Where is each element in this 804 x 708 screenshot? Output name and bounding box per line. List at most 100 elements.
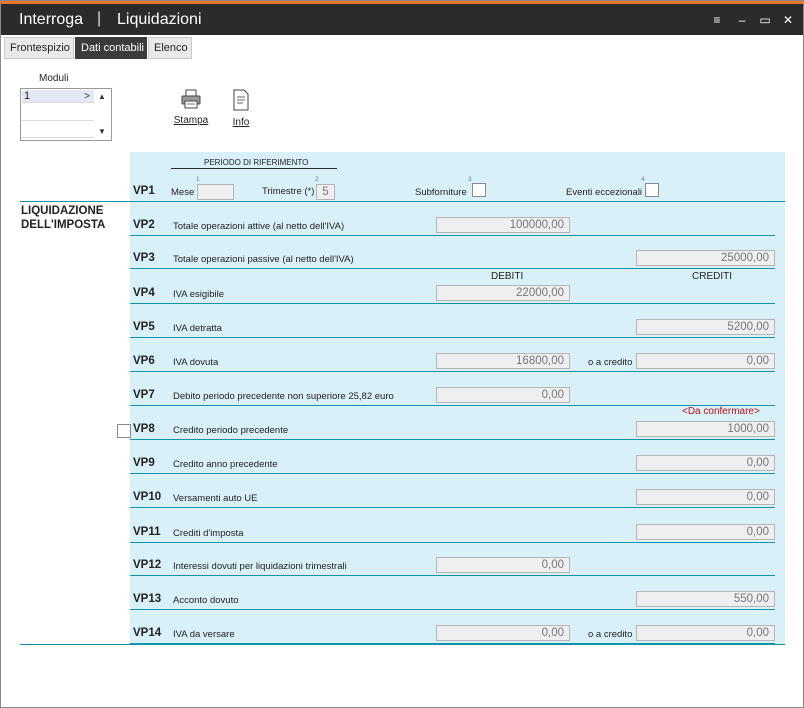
vp14-code: VP14 — [133, 627, 162, 639]
vp6-underline — [130, 371, 775, 372]
vp12-code: VP12 — [133, 559, 162, 571]
mese-field[interactable] — [197, 184, 234, 200]
vp8-code: VP8 — [133, 423, 155, 435]
mese-index: 1 — [196, 176, 200, 183]
eventi-checkbox[interactable] — [645, 183, 659, 197]
subforniture-index: 3 — [468, 176, 472, 183]
trimestre-index: 2 — [315, 176, 319, 183]
vp5-underline — [130, 337, 775, 338]
vp9-credito-field[interactable]: 0,00 — [636, 455, 775, 471]
window-title-left: Interroga — [19, 11, 84, 28]
vp13-description: Acconto dovuto — [173, 595, 239, 606]
vp3-underline — [130, 268, 775, 269]
vp7-description: Debito periodo precedente non superiore … — [173, 391, 394, 402]
trimestre-label: Trimestre (*) — [262, 186, 315, 197]
vp9-code: VP9 — [133, 457, 155, 469]
vp12-underline — [130, 575, 775, 576]
vp14-or-credit-label: o a credito — [588, 629, 633, 640]
close-icon[interactable]: ✕ — [781, 13, 795, 27]
subforniture-label: Subforniture — [415, 187, 467, 198]
vp11-credito-field[interactable]: 0,00 — [636, 524, 775, 540]
vp8-underline — [130, 439, 775, 440]
vp2-description: Totale operazioni attive (al netto dell'… — [173, 221, 345, 232]
eventi-index: 4 — [641, 176, 645, 183]
vp1-code: VP1 — [133, 185, 155, 197]
vp4-underline — [130, 303, 775, 304]
app-window: Interroga | Liquidazioni ≡ – ▭ ✕ Frontes… — [0, 0, 804, 708]
vp6-code: VP6 — [133, 355, 155, 367]
moduli-item[interactable]: 1 > — [22, 90, 94, 103]
vp14-description: IVA da versare — [173, 629, 235, 640]
da-confermare-note: <Da confermare> — [682, 406, 760, 417]
vp6-debito-field[interactable]: 16800,00 — [436, 353, 570, 369]
vp6-credito-field[interactable]: 0,00 — [636, 353, 775, 369]
vp14-debito-field[interactable]: 0,00 — [436, 625, 570, 641]
info-label: Info — [232, 117, 250, 128]
mese-label: Mese — [171, 187, 195, 198]
vp8-credito-field[interactable]: 1000,00 — [636, 421, 775, 437]
vp10-underline — [130, 507, 775, 508]
vp5-credito-field[interactable]: 5200,00 — [636, 319, 775, 335]
tab-elenco[interactable]: Elenco — [148, 37, 192, 59]
section-title: LIQUIDAZIONE DELL'IMPOSTA — [21, 205, 106, 231]
vp13-underline — [130, 609, 775, 610]
moduli-empty-row — [22, 108, 94, 121]
vp3-description: Totale operazioni passive (al netto dell… — [173, 254, 354, 265]
vp9-description: Credito anno precedente — [173, 459, 278, 470]
vp11-underline — [130, 542, 775, 543]
vp7-code: VP7 — [133, 389, 155, 401]
vp10-code: VP10 — [133, 491, 162, 503]
trimestre-field[interactable]: 5 — [316, 184, 335, 200]
vp12-description: Interessi dovuti per liquidazioni trimes… — [173, 561, 347, 572]
moduli-scrollbar[interactable]: ▲ ▼ — [94, 90, 110, 139]
moduli-list[interactable]: 1 > ▲ ▼ — [20, 88, 112, 141]
vp5-description: IVA detratta — [173, 323, 222, 334]
vp2-code: VP2 — [133, 219, 155, 231]
debiti-heading: DEBITI — [491, 271, 524, 282]
vp3-code: VP3 — [133, 252, 155, 264]
vp11-code: VP11 — [133, 526, 161, 538]
vp10-credito-field[interactable]: 0,00 — [636, 489, 775, 505]
chevron-right-icon: > — [84, 91, 90, 102]
period-heading: PERIODO DI RIFERIMENTO — [204, 158, 309, 167]
vp8-checkbox[interactable] — [117, 424, 131, 438]
scroll-down-icon[interactable]: ▼ — [98, 127, 106, 136]
minimize-icon[interactable]: – — [735, 13, 749, 27]
title-bar: Interroga | Liquidazioni ≡ – ▭ ✕ — [1, 4, 803, 35]
vp6-description: IVA dovuta — [173, 357, 219, 368]
vp4-description: IVA esigibile — [173, 289, 225, 300]
vp10-description: Versamenti auto UE — [173, 493, 258, 504]
moduli-item-label: 1 — [24, 90, 31, 102]
vp13-code: VP13 — [133, 593, 162, 605]
stampa-label: Stampa — [173, 115, 209, 126]
window-title-right: Liquidazioni — [117, 11, 202, 28]
menu-icon[interactable]: ≡ — [710, 13, 724, 27]
stampa-button[interactable]: Stampa — [171, 89, 211, 126]
vp4-code: VP4 — [133, 287, 155, 299]
vp9-underline — [130, 473, 775, 474]
moduli-label: Moduli — [39, 73, 69, 84]
vp2-debito-field[interactable]: 100000,00 — [436, 217, 570, 233]
vp14-credito-field[interactable]: 0,00 — [636, 625, 775, 641]
bottom-divider — [20, 644, 785, 645]
info-button[interactable]: Info — [221, 89, 261, 128]
tab-dati-contabili[interactable]: Dati contabili — [75, 37, 147, 59]
vp6-or-credit-label: o a credito — [588, 357, 633, 368]
vp13-credito-field[interactable]: 550,00 — [636, 591, 775, 607]
scroll-up-icon[interactable]: ▲ — [98, 92, 106, 101]
section-divider — [20, 201, 785, 202]
vp11-description: Crediti d'imposta — [173, 528, 244, 539]
printer-icon — [181, 89, 201, 109]
vp12-debito-field[interactable]: 0,00 — [436, 557, 570, 573]
tab-frontespizio[interactable]: Frontespizio — [4, 37, 74, 59]
vp7-underline — [130, 405, 775, 406]
subforniture-checkbox[interactable] — [472, 183, 486, 197]
vp7-debito-field[interactable]: 0,00 — [436, 387, 570, 403]
vp3-credito-field[interactable]: 25000,00 — [636, 250, 775, 266]
vp2-underline — [130, 235, 775, 236]
vp8-description: Credito periodo precedente — [173, 425, 289, 436]
moduli-empty-row — [22, 125, 94, 138]
vp4-debito-field[interactable]: 22000,00 — [436, 285, 570, 301]
maximize-icon[interactable]: ▭ — [758, 13, 772, 27]
period-underline — [171, 168, 337, 169]
